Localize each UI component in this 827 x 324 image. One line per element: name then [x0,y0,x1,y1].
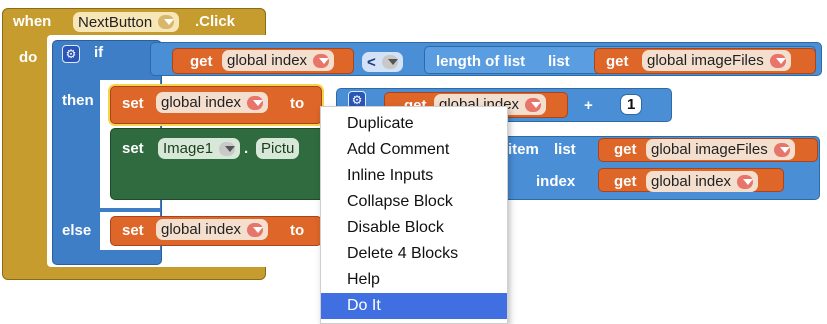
context-menu: Duplicate Add Comment Inline Inputs Coll… [320,106,508,324]
get-label: get [614,173,637,190]
menu-item-help[interactable]: Help [321,267,507,293]
menu-item-add-comment[interactable]: Add Comment [321,137,507,163]
to-label: to [290,222,305,239]
set-label: set [122,95,144,112]
variable-dropdown[interactable]: global index [222,50,335,71]
menu-item-inline-inputs[interactable]: Inline Inputs [321,163,507,189]
item-label: item [508,141,539,158]
variable-name: global imageFiles [651,141,768,158]
menu-item-duplicate[interactable]: Duplicate [321,111,507,137]
list-label: list [554,141,576,158]
to-label: to [290,95,305,112]
chevron-down-icon [313,53,330,68]
then-label: then [62,92,94,109]
gear-icon[interactable]: ⚙ [62,45,80,63]
variable-name: global index [651,173,732,190]
if-label: if [94,44,104,61]
set-label: set [122,140,144,157]
variable-name: global index [161,221,242,238]
chevron-down-icon [158,15,175,29]
component-name: NextButton [78,13,153,31]
list-label: list [548,53,570,70]
chevron-down-icon [219,141,236,156]
variable-name: global index [161,94,242,111]
variable-dropdown[interactable]: global imageFiles [646,139,795,160]
variable-dropdown[interactable]: global imageFiles [642,50,791,71]
index-label: index [536,173,576,190]
component-dropdown[interactable]: NextButton [73,12,180,32]
get-label: get [190,53,213,70]
chevron-down-icon [381,55,398,69]
else-label: else [62,222,92,239]
length-of-list-label: length of list [436,53,526,70]
get-label: get [606,53,629,70]
menu-item-disable-block[interactable]: Disable Block [321,215,507,241]
variable-name: global imageFiles [647,52,764,69]
component-name: Image1 [163,140,214,157]
get-label: get [614,141,637,158]
do-label: do [19,49,38,66]
menu-item-collapse-block[interactable]: Collapse Block [321,189,507,215]
property-dropdown[interactable]: Pictu [256,138,300,159]
variable-name: global index [227,52,308,69]
plus-label: + [584,97,593,114]
menu-item-delete-blocks[interactable]: Delete 4 Blocks [321,241,507,267]
chevron-down-icon [525,97,542,112]
set-label: set [122,222,144,239]
property-name: Pictu [261,140,295,157]
event-name: .Click [195,13,236,30]
component-dropdown[interactable]: Image1 [158,138,241,159]
chevron-down-icon [247,95,264,110]
number-value: 1 [627,96,636,113]
chevron-down-icon [773,142,790,157]
dot-label: . [244,140,249,157]
chevron-down-icon [247,222,264,237]
chevron-down-icon [737,174,754,189]
variable-dropdown[interactable]: global index [156,219,269,240]
when-label: when [13,13,52,30]
menu-item-do-it[interactable]: Do It [321,293,507,319]
number-field[interactable]: 1 [620,94,643,115]
variable-dropdown[interactable]: global index [156,92,269,113]
operator-dropdown[interactable]: < [362,52,403,72]
chevron-down-icon [769,53,786,68]
variable-dropdown[interactable]: global index [646,171,759,192]
operator-value: < [367,53,376,71]
